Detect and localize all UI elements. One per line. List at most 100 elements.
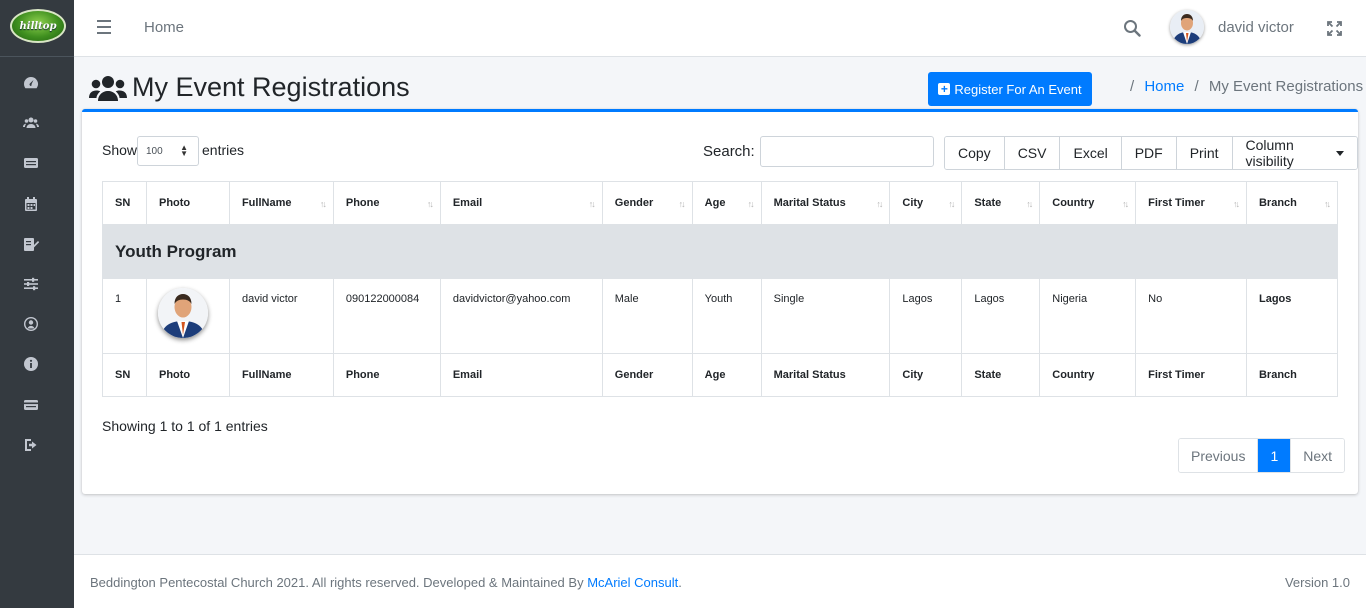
footer-header-country: Country [1039,353,1137,397]
column-header-marital-status[interactable]: Marital Status ↑↓ [760,181,891,225]
column-header-fullname[interactable]: FullName ↑↓ [228,181,334,225]
column-header-state[interactable]: State ↑↓ [961,181,1041,225]
previous-page-button[interactable]: Previous [1179,439,1259,472]
sliders-icon[interactable] [22,275,40,293]
table-search-input[interactable] [760,136,934,167]
plus-square-icon: + [938,83,951,95]
caret-down-icon [1336,150,1344,156]
table-footer-row: SN Photo FullName Phone Email Gender Age… [102,353,1339,397]
footer-header-phone: Phone [332,353,441,397]
group-row: Youth Program [102,224,1338,279]
nav-home-link[interactable]: Home [144,19,184,36]
cell-fullname: david victor [228,278,334,354]
sidebar: hilltop [0,0,74,608]
breadcrumb-home-link[interactable]: Home [1144,78,1184,95]
column-header-branch[interactable]: Branch ↑↓ [1245,181,1339,225]
page-footer: Beddington Pentecostal Church 2021. All … [74,554,1366,608]
column-header-photo[interactable]: Photo [145,181,230,225]
fullscreen-icon[interactable] [1327,21,1342,36]
cell-branch: Lagos [1245,278,1339,354]
column-header-gender[interactable]: Gender ↑↓ [601,181,693,225]
footer-header-first-timer: First Timer [1135,353,1247,397]
column-header-email[interactable]: Email ↑↓ [439,181,603,225]
excel-button[interactable]: Excel [1060,137,1122,169]
member-photo [157,288,208,338]
column-visibility-label: Column visibility [1245,137,1294,169]
next-page-button[interactable]: Next [1291,439,1345,472]
sort-icon: ↑↓ [747,199,755,209]
page-1-button[interactable]: 1 [1258,439,1292,472]
cell-gender: Male [601,278,693,354]
cell-city: Lagos [889,278,963,354]
sort-icon: ↑↓ [426,199,434,209]
table-row[interactable]: 1 david victor 090122000084 davidvictor@… [102,278,1339,354]
copy-button[interactable]: Copy [945,137,1005,169]
footer-suffix: . [678,575,682,590]
sidebar-divider [0,56,74,57]
column-header-phone[interactable]: Phone ↑↓ [332,181,441,225]
search-icon[interactable] [1123,19,1141,37]
user-avatar[interactable] [1170,10,1204,44]
group-label: Youth Program [102,224,1338,279]
footer-header-email: Email [439,353,603,397]
card-icon[interactable] [22,396,40,414]
info-icon[interactable] [22,355,40,373]
calendar-icon[interactable] [22,195,40,213]
breadcrumb-separator: / [1130,78,1135,95]
sign-out-icon[interactable] [22,436,40,454]
sort-icon: ↑↓ [1026,199,1033,209]
list-icon[interactable] [22,154,40,172]
table-info: Showing 1 to 1 of 1 entries [102,418,268,434]
table-header-row: SN Photo FullName ↑↓ Phone ↑↓ Email ↑↓ Gend… [102,181,1339,225]
sort-icon: ↑↓ [588,199,596,209]
tachometer-icon[interactable] [22,74,40,92]
csv-button[interactable]: CSV [1004,137,1061,169]
pagination: Previous 1 Next [1178,438,1346,473]
register-event-label: Register For An Event [954,81,1082,97]
footer-text: Beddington Pentecostal Church 2021. All … [90,575,584,590]
edit-icon[interactable] [22,235,40,253]
footer-header-marital-status: Marital Status [760,353,891,397]
register-event-button[interactable]: + Register For An Event [928,72,1092,106]
cell-first-timer: No [1135,278,1247,354]
entries-select[interactable]: 100 ▲ ▼ [137,136,199,166]
footer-copyright: Beddington Pentecostal Church 2021. All … [90,575,682,590]
print-button[interactable]: Print [1176,137,1233,169]
menu-toggle-icon[interactable] [97,20,111,34]
sort-icon: ↑↓ [1122,199,1129,209]
footer-developer-link[interactable]: McAriel Consult [587,575,678,590]
entries-select-value: 100 [146,145,163,157]
brand-logo[interactable]: hilltop [10,9,66,43]
column-visibility-button[interactable]: Column visibility [1232,137,1357,169]
footer-header-sn: SN [102,353,147,397]
user-circle-icon[interactable] [22,315,40,333]
column-header-country[interactable]: Country ↑↓ [1039,181,1137,225]
sort-icon: ↑↓ [1324,199,1331,209]
sort-icon: ↑↓ [1232,199,1240,209]
cell-email: davidvictor@yahoo.com [439,278,603,354]
breadcrumb: / Home / My Event Registrations [1124,78,1363,95]
entries-label: entries [202,142,245,158]
footer-header-branch: Branch [1245,353,1339,397]
users-icon [89,75,127,101]
select-caret-icon: ▲ ▼ [180,143,188,158]
top-navbar: Home david victor [74,0,1366,57]
cell-age: Youth [691,278,762,354]
breadcrumb-current: My Event Registrations [1208,78,1364,95]
column-header-city[interactable]: City ↑↓ [889,181,963,225]
registrations-card: Show 100 ▲ ▼ entries Search: Copy CSV Exc… [82,109,1358,494]
users-icon[interactable] [22,114,40,132]
column-header-age[interactable]: Age ↑↓ [691,181,762,225]
cell-photo [145,278,230,354]
user-name[interactable]: david victor [1218,19,1294,36]
column-header-sn[interactable]: SN [102,181,147,225]
export-button-group: Copy CSV Excel PDF Print Column visibili… [944,136,1358,170]
show-label: Show [102,142,138,158]
sort-icon: ↑↓ [319,199,327,209]
pdf-button[interactable]: PDF [1121,137,1177,169]
search-label: Search: [703,143,755,160]
cell-marital-status: Single [760,278,891,354]
footer-header-photo: Photo [145,353,230,397]
footer-header-city: City [889,353,963,397]
column-header-first-timer[interactable]: First Timer ↑↓ [1135,181,1247,225]
